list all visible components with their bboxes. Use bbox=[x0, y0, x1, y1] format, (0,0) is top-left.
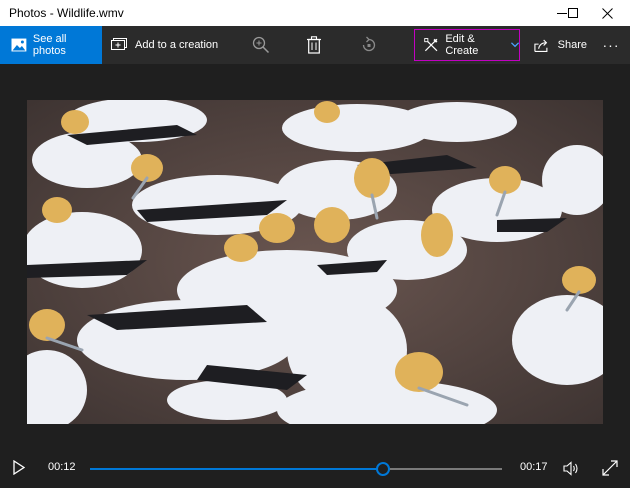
toolbar: See all photos Add to a creation Edit & … bbox=[0, 26, 630, 64]
add-to-creation-label: Add to a creation bbox=[135, 39, 219, 51]
share-button[interactable]: Share bbox=[531, 26, 587, 64]
trash-icon bbox=[307, 36, 321, 54]
see-all-photos-label: See all photos bbox=[32, 33, 67, 57]
window-title: Photos - Wildlife.wmv bbox=[9, 6, 124, 20]
elapsed-time: 00:12 bbox=[48, 461, 76, 473]
total-time: 00:17 bbox=[520, 461, 548, 473]
photos-icon bbox=[11, 38, 27, 52]
seek-bar-progress bbox=[90, 468, 383, 470]
add-to-creation-button[interactable]: Add to a creation bbox=[106, 26, 221, 64]
zoom-button[interactable] bbox=[246, 26, 276, 64]
share-icon bbox=[534, 39, 548, 52]
close-icon bbox=[602, 8, 613, 19]
maximize-icon bbox=[568, 8, 578, 18]
delete-button[interactable] bbox=[299, 26, 329, 64]
playback-controls: 00:12 00:17 bbox=[0, 450, 630, 488]
edit-create-icon bbox=[424, 38, 438, 52]
fullscreen-icon[interactable] bbox=[602, 460, 618, 476]
rotate-button[interactable] bbox=[354, 26, 384, 64]
more-options-button[interactable]: ··· bbox=[597, 26, 625, 64]
edit-create-label: Edit & Create bbox=[445, 33, 479, 57]
maximize-button[interactable] bbox=[552, 0, 592, 26]
volume-icon[interactable] bbox=[563, 461, 581, 476]
title-bar: Photos - Wildlife.wmv bbox=[0, 0, 630, 26]
rotate-icon bbox=[362, 36, 376, 52]
add-to-creation-icon bbox=[111, 38, 127, 50]
video-image bbox=[27, 100, 603, 424]
share-label: Share bbox=[557, 39, 587, 51]
chevron-down-icon bbox=[510, 42, 519, 48]
play-icon[interactable] bbox=[13, 460, 25, 475]
edit-create-button[interactable]: Edit & Create bbox=[414, 29, 520, 61]
video-frame[interactable] bbox=[27, 100, 603, 424]
seek-bar-thumb[interactable] bbox=[375, 462, 390, 476]
zoom-in-icon bbox=[252, 36, 270, 54]
seek-bar[interactable] bbox=[90, 462, 502, 476]
see-all-photos-button[interactable]: See all photos bbox=[0, 26, 102, 64]
